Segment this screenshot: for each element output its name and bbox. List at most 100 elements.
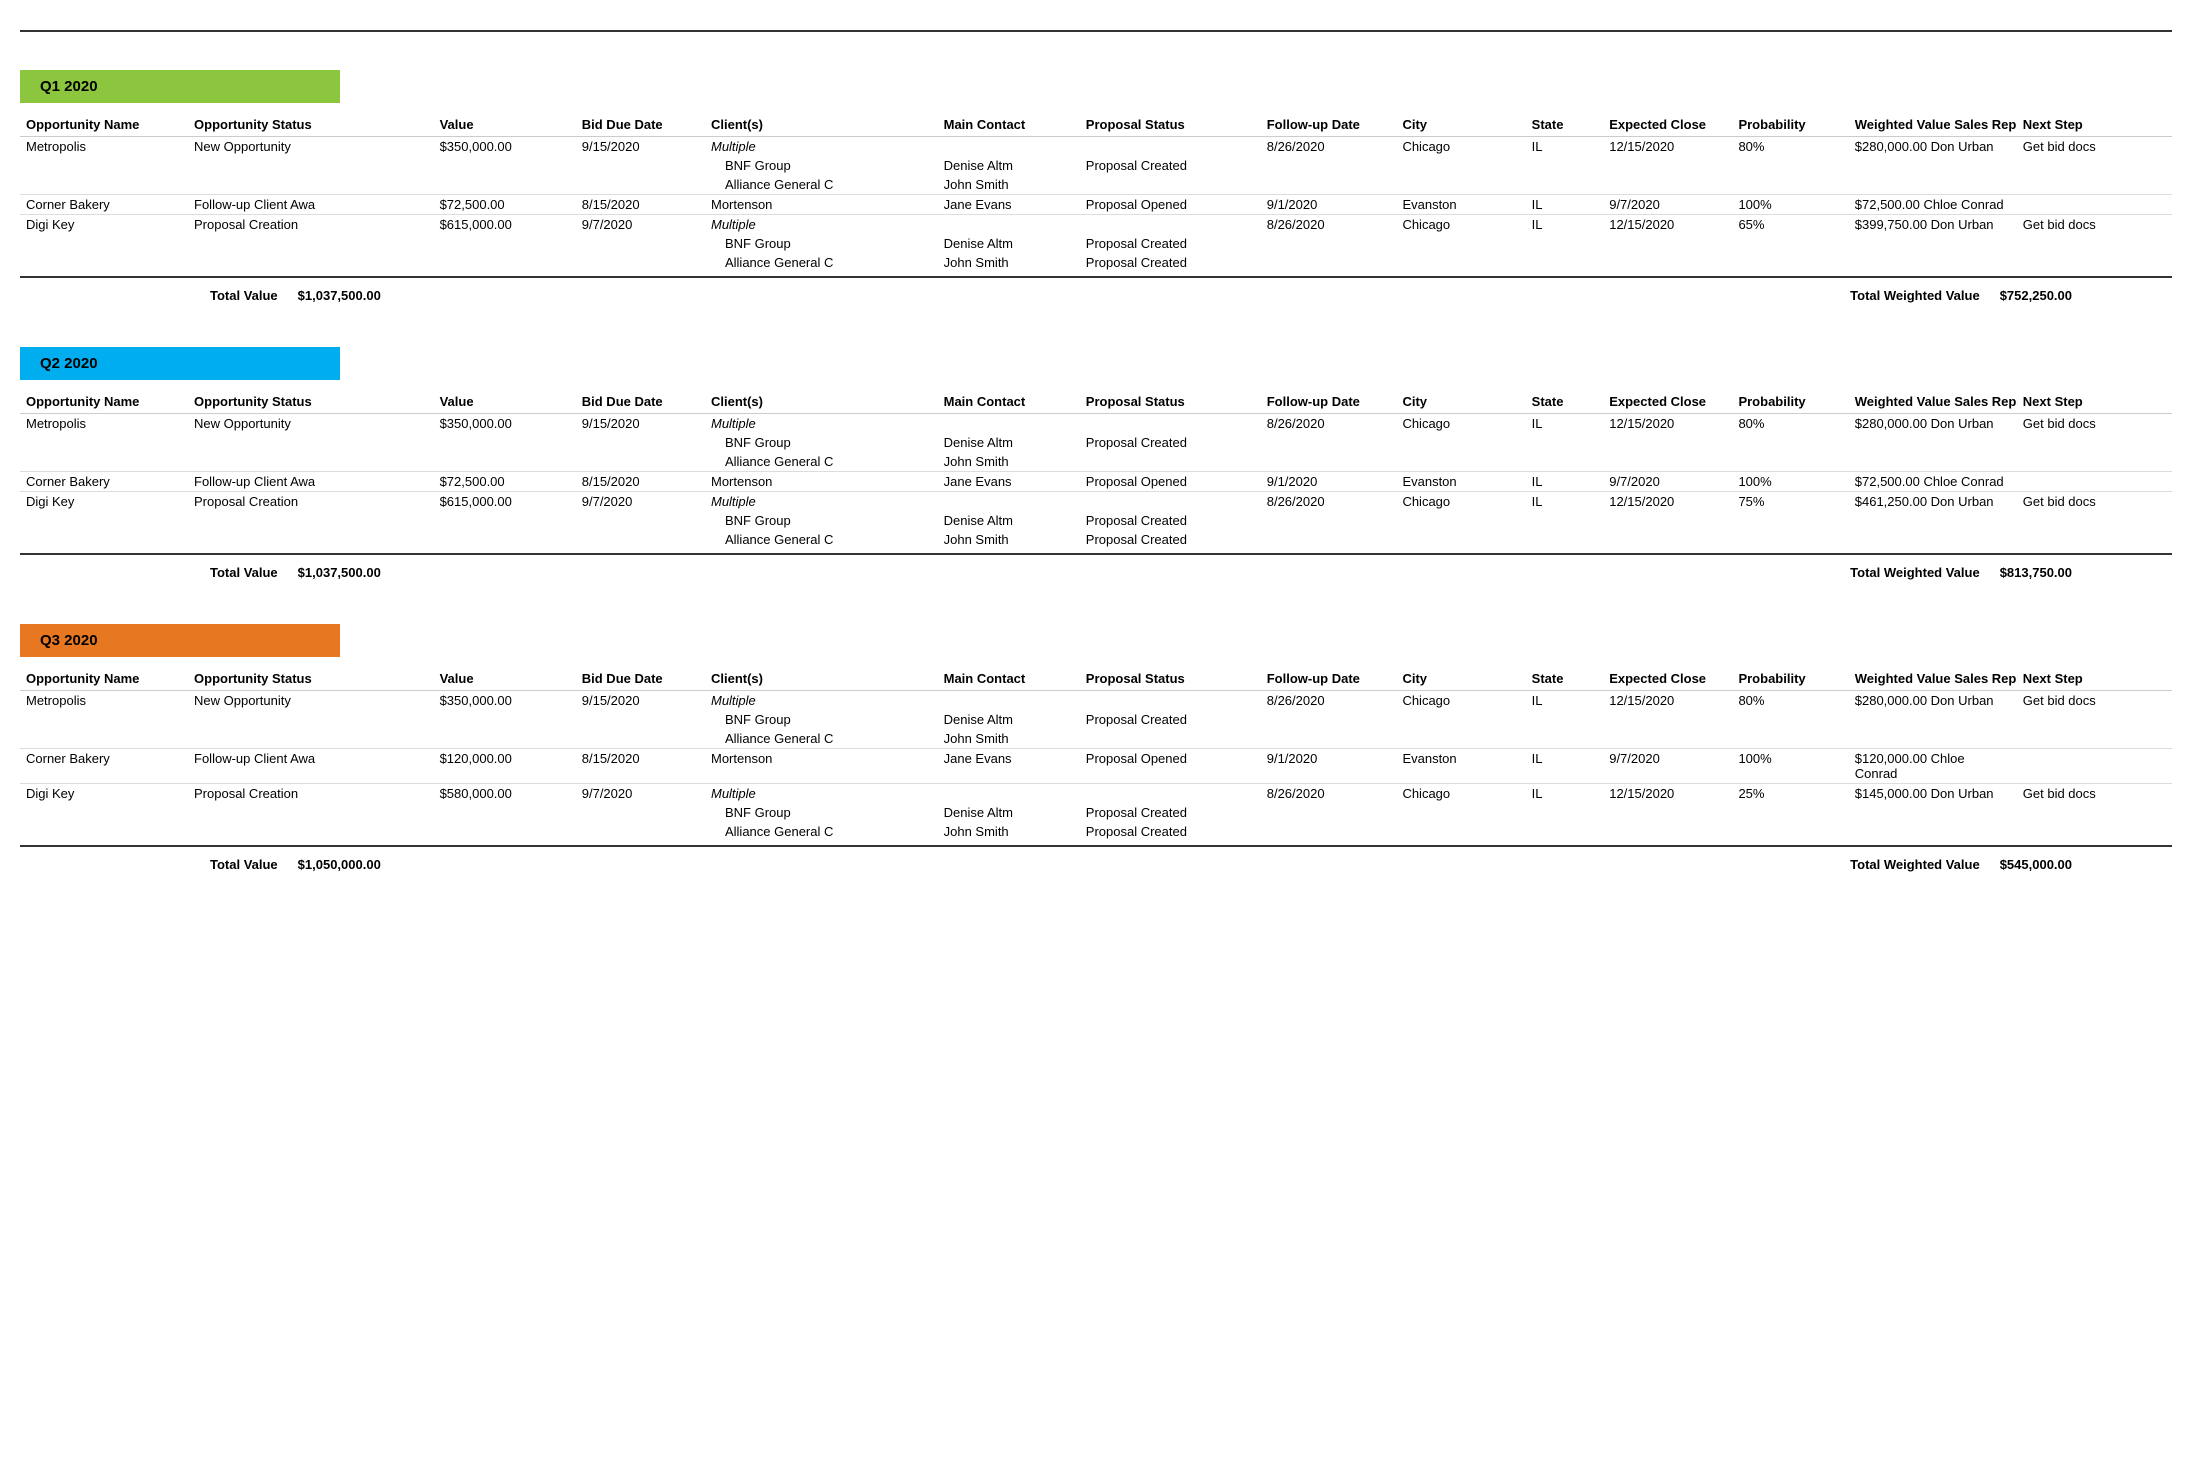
col-header-opp_name: Opportunity Name bbox=[20, 113, 188, 137]
sub-cell-next_step bbox=[2017, 710, 2172, 729]
col-header-value: Value bbox=[434, 390, 576, 414]
table-row: Digi KeyProposal Creation$580,000.009/7/… bbox=[20, 784, 2172, 804]
sub-cell-clients: BNF Group bbox=[705, 433, 938, 452]
sub-cell-bid_due bbox=[576, 234, 705, 253]
col-header-clients: Client(s) bbox=[705, 390, 938, 414]
cell-opp_name: Metropolis bbox=[20, 137, 188, 157]
total-right-q2: Total Weighted Value$813,750.00 bbox=[1850, 565, 2172, 580]
table-sub-row: Alliance General CJohn SmithProposal Cre… bbox=[20, 822, 2172, 841]
cell-next_step: Get bid docs bbox=[2017, 215, 2172, 235]
sub-cell-main_contact: Denise Altm bbox=[938, 710, 1080, 729]
sub-cell-weighted_value bbox=[1849, 253, 2017, 272]
sub-cell-opp_status bbox=[188, 803, 434, 822]
total-value-label-q3: Total Value bbox=[210, 857, 278, 872]
cell-weighted_value: $280,000.00 Don Urban bbox=[1849, 414, 2017, 434]
col-header-proposal_status: Proposal Status bbox=[1080, 390, 1261, 414]
sub-cell-main_contact: John Smith bbox=[938, 175, 1080, 195]
sub-cell-followup_date bbox=[1261, 253, 1397, 272]
sub-cell-main_contact: Denise Altm bbox=[938, 803, 1080, 822]
cell-expected_close: 9/7/2020 bbox=[1603, 472, 1732, 492]
table-row: Corner BakeryFollow-up Client Awa$72,500… bbox=[20, 472, 2172, 492]
sub-cell-city bbox=[1396, 452, 1525, 472]
cell-city: Evanston bbox=[1396, 195, 1525, 215]
col-header-weighted_value: Weighted Value Sales Rep bbox=[1849, 390, 2017, 414]
sub-cell-opp_status bbox=[188, 433, 434, 452]
cell-opp_status: Follow-up Client Awa bbox=[188, 472, 434, 492]
sub-cell-weighted_value bbox=[1849, 234, 2017, 253]
sub-cell-weighted_value bbox=[1849, 433, 2017, 452]
sub-cell-city bbox=[1396, 803, 1525, 822]
table-sub-row: Alliance General CJohn Smith bbox=[20, 452, 2172, 472]
cell-value: $580,000.00 bbox=[434, 784, 576, 804]
sub-cell-probability bbox=[1732, 452, 1848, 472]
sub-cell-state bbox=[1526, 253, 1604, 272]
sub-cell-value bbox=[434, 452, 576, 472]
sub-cell-city bbox=[1396, 710, 1525, 729]
cell-weighted_value: $461,250.00 Don Urban bbox=[1849, 492, 2017, 512]
sub-cell-probability bbox=[1732, 234, 1848, 253]
cell-state: IL bbox=[1526, 195, 1604, 215]
sub-cell-bid_due bbox=[576, 452, 705, 472]
cell-bid_due: 8/15/2020 bbox=[576, 749, 705, 784]
sub-cell-probability bbox=[1732, 156, 1848, 175]
sub-cell-opp_name bbox=[20, 433, 188, 452]
total-weighted-label-q3: Total Weighted Value bbox=[1850, 857, 1980, 872]
ytd-summary-row bbox=[20, 10, 2172, 32]
page: Q1 2020Opportunity NameOpportunity Statu… bbox=[0, 0, 2192, 1481]
cell-weighted_value: $72,500.00 Chloe Conrad bbox=[1849, 472, 2017, 492]
sub-cell-next_step bbox=[2017, 175, 2172, 195]
sub-cell-state bbox=[1526, 803, 1604, 822]
sub-cell-followup_date bbox=[1261, 175, 1397, 195]
sub-cell-weighted_value bbox=[1849, 822, 2017, 841]
cell-value: $120,000.00 bbox=[434, 749, 576, 784]
cell-followup_date: 8/26/2020 bbox=[1261, 414, 1397, 434]
sub-cell-value bbox=[434, 156, 576, 175]
cell-followup_date: 9/1/2020 bbox=[1261, 195, 1397, 215]
col-header-city: City bbox=[1396, 390, 1525, 414]
sub-cell-main_contact: John Smith bbox=[938, 530, 1080, 549]
cell-followup_date: 8/26/2020 bbox=[1261, 137, 1397, 157]
cell-opp_name: Corner Bakery bbox=[20, 749, 188, 784]
sub-cell-opp_name bbox=[20, 234, 188, 253]
sub-cell-main_contact: John Smith bbox=[938, 253, 1080, 272]
sub-cell-city bbox=[1396, 822, 1525, 841]
table-q1: Opportunity NameOpportunity StatusValueB… bbox=[20, 113, 2172, 272]
sub-cell-clients: Alliance General C bbox=[705, 530, 938, 549]
sub-cell-clients: BNF Group bbox=[705, 234, 938, 253]
cell-next_step bbox=[2017, 195, 2172, 215]
cell-weighted_value: $145,000.00 Don Urban bbox=[1849, 784, 2017, 804]
sub-cell-value bbox=[434, 433, 576, 452]
sub-cell-proposal_status: Proposal Created bbox=[1080, 710, 1261, 729]
sub-cell-bid_due bbox=[576, 433, 705, 452]
cell-value: $72,500.00 bbox=[434, 195, 576, 215]
sub-cell-opp_status bbox=[188, 530, 434, 549]
cell-state: IL bbox=[1526, 414, 1604, 434]
cell-opp_status: New Opportunity bbox=[188, 137, 434, 157]
cell-main_contact bbox=[938, 691, 1080, 711]
sub-cell-state bbox=[1526, 156, 1604, 175]
sub-cell-weighted_value bbox=[1849, 530, 2017, 549]
col-header-proposal_status: Proposal Status bbox=[1080, 667, 1261, 691]
cell-expected_close: 9/7/2020 bbox=[1603, 749, 1732, 784]
col-header-expected_close: Expected Close bbox=[1603, 667, 1732, 691]
cell-opp_status: New Opportunity bbox=[188, 414, 434, 434]
cell-opp_status: New Opportunity bbox=[188, 691, 434, 711]
sub-cell-clients: BNF Group bbox=[705, 156, 938, 175]
cell-opp_name: Metropolis bbox=[20, 414, 188, 434]
cell-proposal_status bbox=[1080, 784, 1261, 804]
sub-cell-proposal_status: Proposal Created bbox=[1080, 253, 1261, 272]
col-header-state: State bbox=[1526, 667, 1604, 691]
sub-cell-value bbox=[434, 234, 576, 253]
sub-cell-value bbox=[434, 253, 576, 272]
sub-cell-bid_due bbox=[576, 253, 705, 272]
sub-cell-city bbox=[1396, 530, 1525, 549]
col-header-expected_close: Expected Close bbox=[1603, 113, 1732, 137]
col-header-followup_date: Follow-up Date bbox=[1261, 667, 1397, 691]
cell-state: IL bbox=[1526, 472, 1604, 492]
table-sub-row: BNF GroupDenise AltmProposal Created bbox=[20, 710, 2172, 729]
cell-opp_status: Proposal Creation bbox=[188, 784, 434, 804]
sub-cell-bid_due bbox=[576, 729, 705, 749]
col-header-city: City bbox=[1396, 113, 1525, 137]
table-row: MetropolisNew Opportunity$350,000.009/15… bbox=[20, 414, 2172, 434]
table-sub-row: BNF GroupDenise AltmProposal Created bbox=[20, 433, 2172, 452]
